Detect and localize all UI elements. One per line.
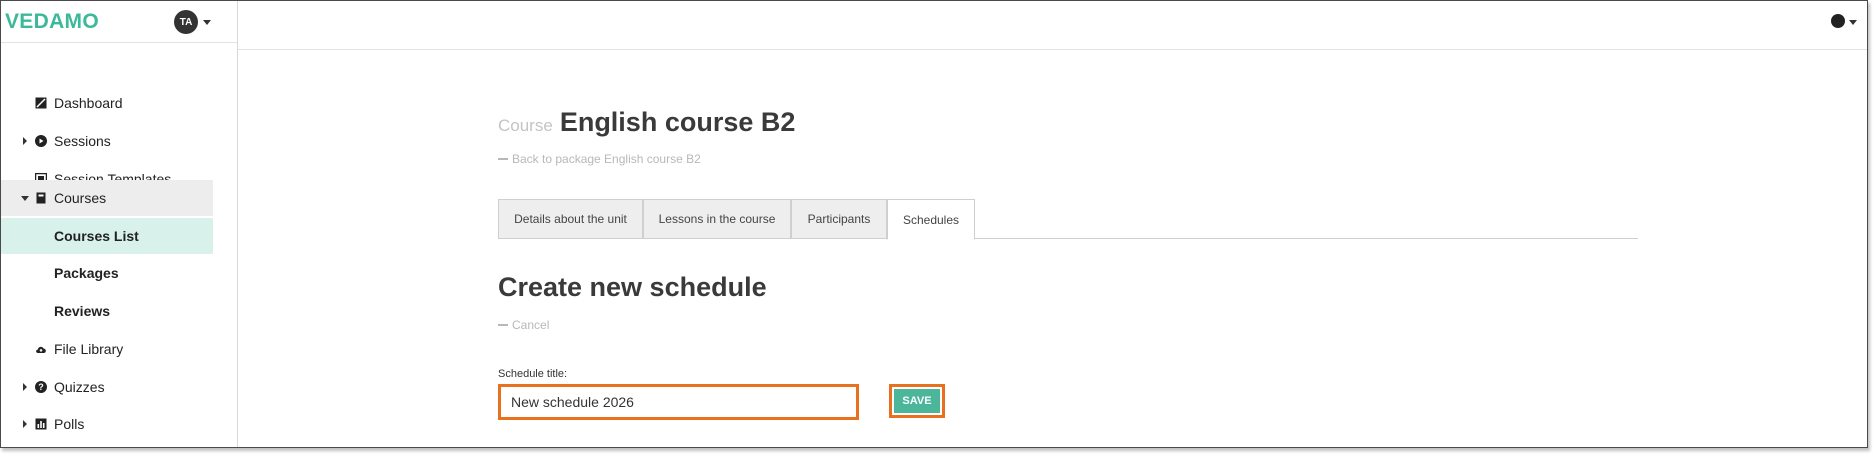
language-menu-caret-icon[interactable] [1849,20,1857,25]
tab-label: Details about the unit [514,212,627,226]
play-circle-icon [35,135,47,147]
sidebar-item-dashboard[interactable]: Dashboard [1,85,213,121]
sidebar-item-label: Reviews [54,303,111,319]
brand-bar: VEDAMO TA [1,1,237,43]
back-to-package-link[interactable]: Back to package English course B2 [498,152,701,166]
expand-arrow-icon[interactable] [23,137,27,145]
sidebar-item-label: Sessions [54,133,111,149]
svg-text:?: ? [38,382,44,392]
sidebar-item-label: Courses [54,190,107,206]
sidebar-item-quizzes[interactable]: ? Quizzes [1,369,213,405]
sidebar-item-courses-list[interactable]: Courses List [1,218,213,254]
bar-chart-icon [35,418,47,430]
save-button[interactable]: SAVE [894,389,940,413]
tab-details-about-unit[interactable]: Details about the unit [498,199,643,239]
sidebar-item-courses[interactable]: Courses [1,180,213,216]
sidebar-item-label: File Library [54,341,124,357]
tab-label: Participants [807,212,871,226]
schedule-title-input[interactable] [498,384,859,420]
section-title: Create new schedule [498,272,767,302]
collapse-arrow-icon[interactable] [21,196,29,201]
cancel-link-label: Cancel [512,318,550,332]
back-arrow-icon [498,158,508,160]
dashboard-icon [35,97,47,109]
course-kicker: Course [498,116,553,135]
user-avatar[interactable]: TA [174,10,198,34]
sidebar-item-reviews[interactable]: Reviews [1,293,213,329]
sidebar-item-file-library[interactable]: File Library [1,331,213,367]
sidebar-item-label: Packages [54,265,119,281]
sidebar-item-label: Courses List [54,228,139,244]
sidebar-item-label: Polls [54,416,85,432]
expand-arrow-icon[interactable] [23,383,27,391]
sidebar-item-packages[interactable]: Packages [1,255,213,291]
sidebar-item-polls[interactable]: Polls [1,406,213,442]
sidebar-item-sessions[interactable]: Sessions [1,123,213,159]
tab-lessons-in-course[interactable]: Lessons in the course [643,199,791,239]
cancel-link[interactable]: Cancel [498,318,549,332]
tab-label: Lessons in the course [658,212,776,226]
back-arrow-icon [498,324,508,326]
app-window: VEDAMO TA Dashboard Sessions Session Tem… [0,0,1868,448]
globe-icon[interactable] [1831,14,1845,28]
save-button-highlight: SAVE [889,384,945,418]
vedamo-logo[interactable]: VEDAMO [5,10,99,34]
back-link-label: Back to package English course B2 [512,152,701,166]
top-bar [238,1,1867,50]
user-menu-caret-icon[interactable] [203,20,211,25]
tab-label: Schedules [902,212,960,227]
sidebar: VEDAMO TA Dashboard Sessions Session Tem… [1,1,238,447]
page-title: English course B2 [559,107,796,137]
cloud-icon [35,343,47,355]
expand-arrow-icon[interactable] [23,420,27,428]
course-tabs: Details about the unit Lessons in the co… [498,199,1638,240]
course-header: Course English course B2 [498,107,795,138]
tab-participants[interactable]: Participants [791,199,887,239]
tab-schedules[interactable]: Schedules [887,199,975,240]
sidebar-item-label: Dashboard [54,95,123,111]
book-icon [35,192,47,204]
question-circle-icon: ? [35,381,47,393]
schedule-title-label: Schedule title: [498,368,568,380]
sidebar-item-label: Quizzes [54,379,105,395]
